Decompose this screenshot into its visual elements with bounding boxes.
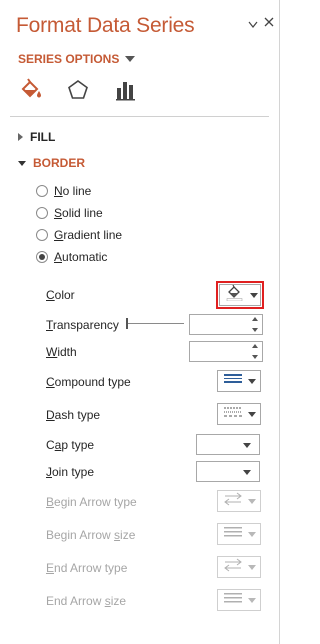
spin-up-icon[interactable] xyxy=(252,344,258,348)
begin-arrow-type-label: Begin Arrow type xyxy=(46,495,137,509)
dash-type-dropdown[interactable] xyxy=(217,403,261,425)
begin-arrow-size-label: Begin Arrow size xyxy=(46,528,136,542)
dash-lines-icon xyxy=(224,405,242,423)
radio-label: Automatic xyxy=(54,250,108,264)
end-arrow-size-dropdown[interactable] xyxy=(217,589,261,611)
chevron-down-icon xyxy=(248,411,256,417)
dash-type-label: Dash type xyxy=(46,408,101,422)
radio-automatic[interactable]: Automatic xyxy=(36,250,107,264)
transparency-spinner[interactable] xyxy=(189,314,263,335)
join-type-dropdown[interactable] xyxy=(196,461,260,482)
end-arrow-type-label: End Arrow type xyxy=(46,561,128,575)
radio-label: No line xyxy=(54,184,92,198)
compound-type-label: Compound type xyxy=(46,375,131,389)
radio-gradient-line[interactable]: Gradient line xyxy=(36,228,122,242)
pane-title: Format Data Series xyxy=(16,14,195,37)
chevron-down-icon xyxy=(248,531,256,537)
series-options-label: SERIES OPTIONS xyxy=(18,52,120,66)
radio-button-selected[interactable] xyxy=(36,251,48,263)
radio-label: Gradient line xyxy=(54,228,123,242)
join-type-label: Join type xyxy=(46,465,95,479)
paint-bucket-icon xyxy=(226,284,244,306)
radio-solid-line[interactable]: Solid line xyxy=(36,206,103,220)
color-picker-button[interactable] xyxy=(219,284,261,306)
compound-type-dropdown[interactable] xyxy=(217,370,261,392)
end-arrow-size-label: End Arrow size xyxy=(46,594,127,608)
line-sizes-icon xyxy=(224,591,242,609)
divider xyxy=(10,116,269,117)
spinner-arrows xyxy=(251,317,259,332)
fill-section-label: FILL xyxy=(30,130,56,144)
end-arrow-type-dropdown[interactable] xyxy=(217,556,261,578)
radio-button[interactable] xyxy=(36,185,48,197)
begin-arrow-type-dropdown[interactable] xyxy=(217,490,261,512)
fill-section-header[interactable]: FILL xyxy=(18,130,55,144)
format-tabs xyxy=(16,76,140,104)
chevron-down-icon xyxy=(250,292,258,298)
spin-down-icon[interactable] xyxy=(252,328,258,332)
close-icon[interactable] xyxy=(264,16,278,30)
spinner-arrows xyxy=(251,344,259,359)
begin-arrow-size-dropdown[interactable] xyxy=(217,523,261,545)
chevron-down-icon xyxy=(18,160,26,166)
series-options-icon[interactable] xyxy=(112,76,140,104)
transparency-slider-track[interactable] xyxy=(126,323,184,324)
border-section-label: BORDER xyxy=(33,156,86,170)
arrows-icon xyxy=(224,492,242,511)
series-options-dropdown[interactable]: SERIES OPTIONS xyxy=(18,52,136,66)
compound-lines-icon xyxy=(224,372,242,390)
chevron-down-icon xyxy=(248,498,256,504)
radio-button[interactable] xyxy=(36,207,48,219)
transparency-label: Transparency xyxy=(46,318,119,332)
line-sizes-icon xyxy=(224,525,242,543)
chevron-down-icon xyxy=(243,443,251,448)
cap-type-label: Cap type xyxy=(46,438,95,452)
spin-down-icon[interactable] xyxy=(252,355,258,359)
fill-line-icon[interactable] xyxy=(16,76,44,104)
chevron-down-icon xyxy=(125,56,136,62)
radio-label: Solid line xyxy=(54,206,103,220)
format-data-series-pane: Format Data Series SERIES OPTIONS FILL B… xyxy=(0,0,280,644)
effects-icon[interactable] xyxy=(64,76,92,104)
arrows-icon xyxy=(224,558,242,577)
chevron-down-icon xyxy=(248,597,256,603)
radio-button[interactable] xyxy=(36,229,48,241)
border-section-header[interactable]: BORDER xyxy=(18,156,85,170)
radio-no-line[interactable]: No line xyxy=(36,184,91,198)
transparency-slider-thumb[interactable] xyxy=(126,318,128,329)
pane-options-dropdown-icon[interactable] xyxy=(248,18,262,32)
chevron-down-icon xyxy=(248,378,256,384)
chevron-down-icon xyxy=(243,470,251,475)
chevron-down-icon xyxy=(248,564,256,570)
cap-type-dropdown[interactable] xyxy=(196,434,260,455)
spin-up-icon[interactable] xyxy=(252,317,258,321)
color-label: Color xyxy=(46,288,75,302)
width-label: Width xyxy=(46,345,77,359)
chevron-right-icon xyxy=(18,133,23,141)
width-spinner[interactable] xyxy=(189,341,263,362)
